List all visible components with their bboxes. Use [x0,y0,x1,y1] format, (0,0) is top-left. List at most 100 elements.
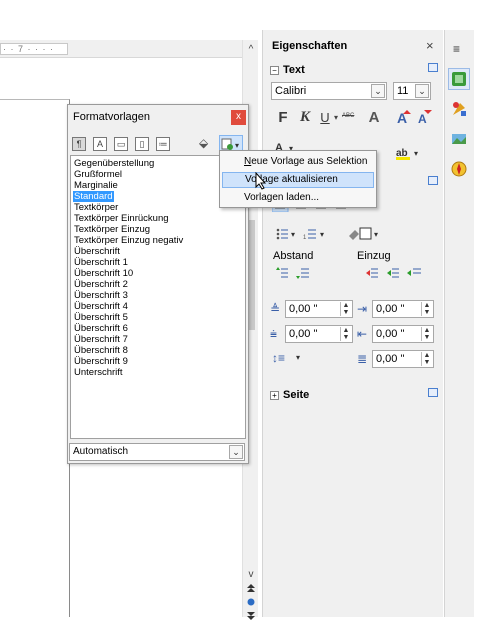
font-size-value: 11 [397,85,409,97]
style-item[interactable]: Überschrift 6 [73,323,129,334]
svg-text:▾: ▾ [374,230,378,239]
before-indent-field[interactable]: 0,00 " ▲ ▼ [372,300,434,318]
collapse-icon[interactable]: − [270,65,279,75]
style-item[interactable]: Textkörper [73,202,119,213]
above-spacing-field[interactable]: 0,00 " ▲ ▼ [285,300,353,318]
below-spacing-field[interactable]: 0,00 " ▲ ▼ [285,325,353,343]
text-panel-header[interactable]: − Text [270,63,305,77]
chevron-down-icon[interactable]: ⌄ [415,84,429,98]
sidebar-close-icon[interactable]: × [426,38,434,53]
style-item[interactable]: Überschrift 9 [73,356,129,367]
style-item[interactable]: Überschrift 10 [73,268,134,279]
styles-tab-icon[interactable] [448,98,470,120]
italic-button[interactable]: K [297,108,313,126]
above-spacing-icon: ≜ [270,302,281,316]
style-item[interactable]: Überschrift 2 [73,279,129,290]
menu-item-label: eue Vorlage aus Selektion [251,156,368,167]
next-page-icon[interactable] [244,609,258,623]
indent-buttons-icon[interactable] [365,266,429,283]
line-spacing-icon[interactable]: ↕≡ [272,351,285,365]
paragraph-more-options-button[interactable] [428,176,438,185]
horizontal-ruler[interactable]: · · 7 · · · · [0,40,242,58]
scroll-down-icon[interactable]: v [244,567,258,581]
font-size-combo[interactable]: 11 ⌄ [393,82,431,100]
style-item[interactable]: Marginalie [73,180,119,191]
character-styles-icon[interactable]: A [93,137,107,151]
list-bullets-icon[interactable]: ▾ 1 ▾ [276,227,340,244]
underline-dropdown-icon[interactable]: ▾ [334,113,338,122]
style-actions-menu: Neue Vorlage aus Selektion Vorlage aktua… [219,150,377,208]
style-filter-value: Automatisch [73,446,129,457]
before-indent-value: 0,00 " [376,303,405,315]
menu-item-load-styles[interactable]: Vorlagen laden... [222,190,374,206]
below-spacing-value: 0,00 " [289,328,318,340]
text-more-options-button[interactable] [428,63,438,72]
style-item[interactable]: Überschrift [73,246,121,257]
fill-format-mode-icon[interactable]: ⬙ [199,136,208,150]
style-item[interactable]: Überschrift 7 [73,334,129,345]
shadow-button[interactable]: A [365,108,383,126]
svg-text:1: 1 [303,235,307,241]
strikethrough-button[interactable]: ABC [342,113,354,119]
paragraph-styles-icon[interactable]: ¶ [72,137,86,151]
style-item[interactable]: Überschrift 1 [73,257,129,268]
menu-item-new-style-from-selection[interactable]: Neue Vorlage aus Selektion [222,154,374,170]
style-item[interactable]: Überschrift 5 [73,312,129,323]
page-more-options-button[interactable] [428,388,438,397]
indent-label: Einzug [357,250,391,262]
list-styles-icon[interactable]: ≔ [156,137,170,151]
previous-page-icon[interactable] [244,581,258,595]
chevron-down-icon[interactable]: ⌄ [371,84,385,98]
chevron-down-icon[interactable]: ⌄ [229,445,243,459]
increase-font-icon[interactable]: A [395,108,413,129]
style-filter-combo[interactable]: Automatisch ⌄ [69,443,245,461]
menu-item-update-style[interactable]: Vorlage aktualisieren [222,172,374,188]
svg-text:▾: ▾ [291,230,295,239]
style-item[interactable]: Überschrift 8 [73,345,129,356]
style-item[interactable]: Unterschrift [73,367,124,378]
style-item[interactable]: Überschrift 3 [73,290,129,301]
style-item-selected[interactable]: Standard [73,191,114,202]
spacing-buttons-icon[interactable] [276,266,316,283]
style-item[interactable]: Textkörper Einrückung [73,213,170,224]
before-indent-icon: ⇥ [357,302,368,316]
scroll-up-icon[interactable]: ^ [244,42,258,56]
gallery-tab-icon[interactable] [448,128,470,150]
highlight-color-icon[interactable]: ab ▾ [396,146,426,163]
page-panel-header[interactable]: + Seite [270,388,309,402]
first-line-indent-field[interactable]: 0,00 " ▲ ▼ [372,350,434,368]
new-style-icon: ▾ [221,138,239,150]
style-item[interactable]: Gegenüberstellung [73,158,155,169]
document-page[interactable] [0,99,70,617]
sidebar-menu-icon[interactable]: ≡ [453,42,460,56]
underline-button[interactable]: U [318,108,332,126]
properties-tab-icon[interactable] [448,68,470,90]
line-spacing-dropdown-icon[interactable]: ▾ [296,353,300,362]
below-spacing-icon: ⩧ [270,327,278,341]
navigator-tab-icon[interactable] [448,158,470,180]
navigate-object-icon[interactable] [244,595,258,609]
svg-text:▾: ▾ [235,141,239,150]
paragraph-background-icon[interactable]: ▾ [347,226,383,245]
page-styles-icon[interactable]: ▯ [135,137,149,151]
svg-text:▾: ▾ [414,149,418,158]
spin-arrows-icon[interactable]: ▲ ▼ [421,327,432,341]
font-name-combo[interactable]: Calibri ⌄ [271,82,387,100]
menu-item-label: Vorlagen laden... [244,192,320,203]
style-item[interactable]: Überschrift 4 [73,301,129,312]
style-item[interactable]: Textkörper Einzug negativ [73,235,184,246]
after-indent-field[interactable]: 0,00 " ▲ ▼ [372,325,434,343]
first-line-indent-value: 0,00 " [376,353,405,365]
svg-text:A: A [418,112,427,126]
expand-icon[interactable]: + [270,390,279,400]
spin-arrows-icon[interactable]: ▲ ▼ [421,352,432,366]
spin-arrows-icon[interactable]: ▲ ▼ [340,302,351,316]
styles-window-close-button[interactable]: x [231,110,246,125]
frame-styles-icon[interactable]: ▭ [114,137,128,151]
decrease-font-icon[interactable]: A [416,108,434,129]
style-item[interactable]: Grußformel [73,169,123,180]
spin-arrows-icon[interactable]: ▲ ▼ [340,327,351,341]
style-item[interactable]: Textkörper Einzug [73,224,151,235]
spin-arrows-icon[interactable]: ▲ ▼ [421,302,432,316]
bold-button[interactable]: F [275,108,291,126]
